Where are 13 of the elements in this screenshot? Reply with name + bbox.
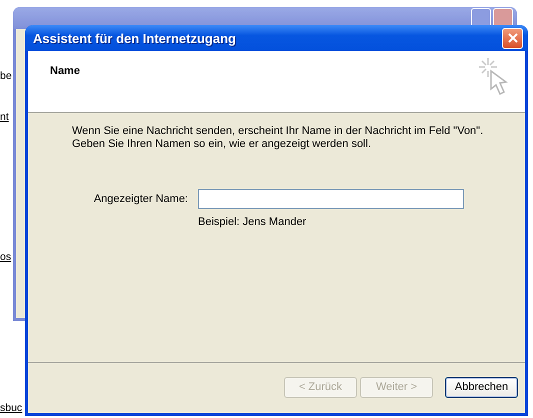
wizard-button[interactable]: Abbrechen (445, 376, 518, 398)
field-label: Angezeigter Name: (92, 193, 188, 205)
example-text: Beispiel: Jens Mander (198, 216, 308, 228)
instruction-text: Geben Sie Ihren Namen so ein, wie er angezeigt werden soll. (72, 138, 372, 151)
link[interactable]: sbuc (0, 402, 22, 414)
close-button[interactable] (502, 28, 523, 48)
input-field[interactable] (198, 189, 464, 209)
link[interactable]: nt (0, 111, 9, 123)
page-heading: Name (50, 65, 80, 77)
link[interactable]: os (0, 251, 12, 263)
window-title: Assistent für den Internetzugang (33, 30, 236, 46)
instruction-text: Wenn Sie eine Nachricht senden, erscheint Ihr Name in der Nachricht im Feld "Von". (72, 125, 484, 138)
page-text: be (0, 70, 12, 82)
